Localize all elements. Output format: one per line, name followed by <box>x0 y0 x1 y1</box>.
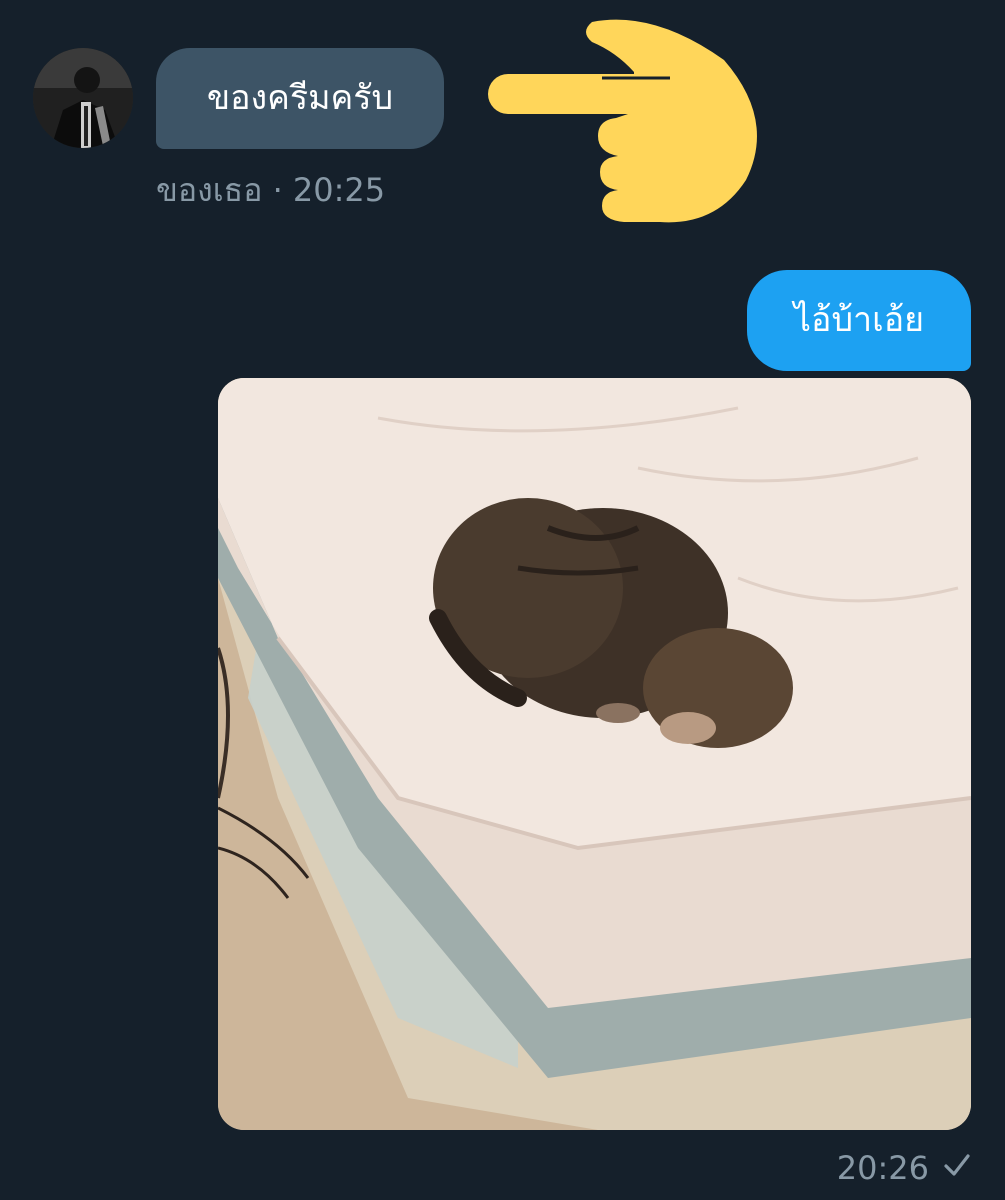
checkmark-icon <box>943 1146 971 1190</box>
incoming-timestamp: 20:25 <box>292 171 386 209</box>
avatar[interactable] <box>33 48 133 148</box>
outgoing-message-text: ไอ้บ้าเอ้ย <box>793 300 925 340</box>
sender-name: ของเธอ <box>156 171 263 209</box>
outgoing-timestamp: 20:26 <box>836 1149 929 1187</box>
outgoing-message-meta: 20:26 <box>837 1146 971 1190</box>
avatar-image <box>33 48 133 148</box>
meta-separator: · <box>272 171 283 209</box>
incoming-message-bubble[interactable]: ของครีมครับ <box>156 48 444 149</box>
pointing-hand-icon <box>484 12 774 231</box>
outgoing-message-bubble[interactable]: ไอ้บ้าเอ้ย <box>747 270 971 371</box>
photo-attachment[interactable] <box>218 378 971 1130</box>
incoming-message-meta: ของเธอ · 20:25 <box>156 168 385 212</box>
incoming-message-text: ของครีมครับ <box>206 78 394 118</box>
cat-on-bed-image <box>218 378 971 1130</box>
